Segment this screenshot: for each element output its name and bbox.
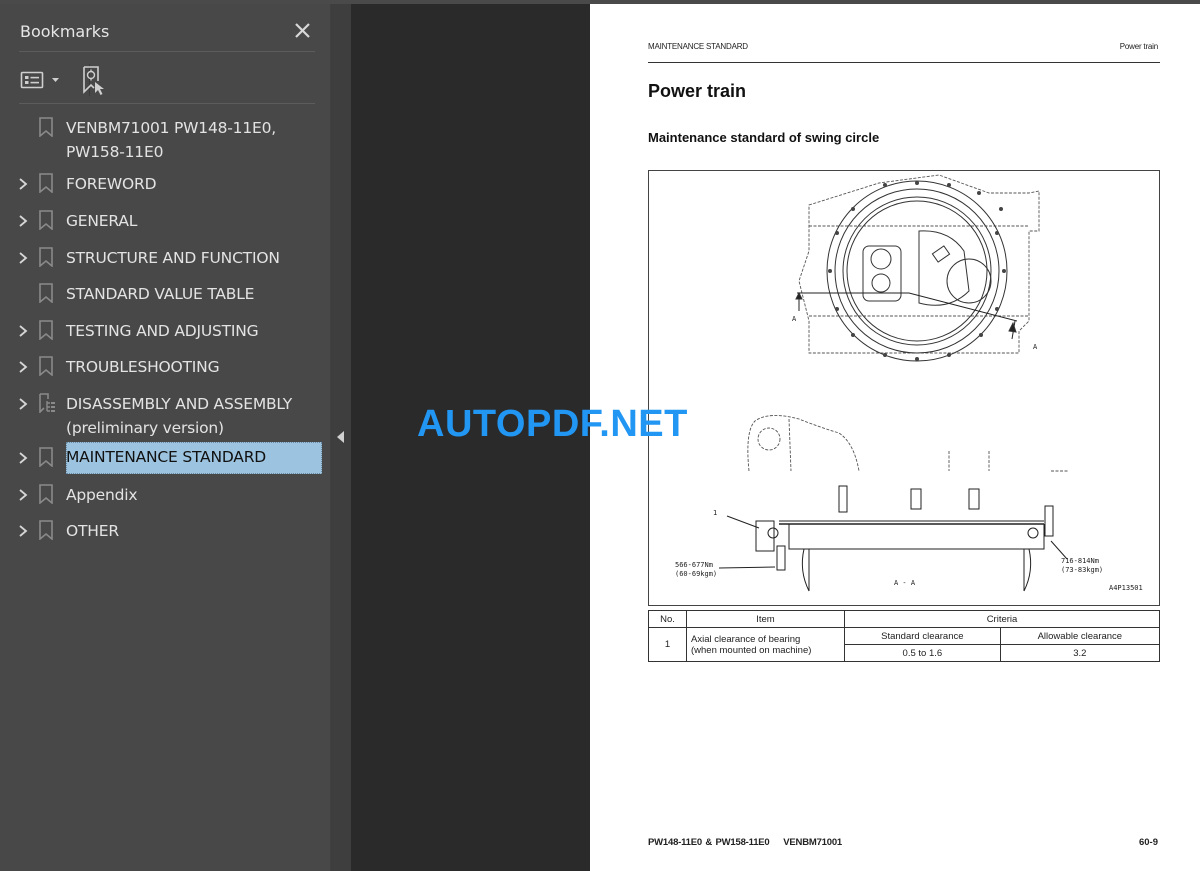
- chevron-right-icon[interactable]: [17, 397, 29, 411]
- bookmark-label: OTHER: [66, 522, 119, 540]
- subheader-standard: Standard clearance: [844, 627, 1001, 645]
- table-header-row: No. Item Criteria: [648, 610, 1160, 628]
- find-current-bookmark-button[interactable]: [81, 62, 111, 98]
- page-footer-model: PW148-11E0 & PW158-11E0 VENBM71001: [648, 837, 842, 848]
- toolbar-divider: [19, 103, 315, 104]
- bookmark-item-foreword[interactable]: FOREWORD: [0, 168, 330, 200]
- bookmark-label: MAINTENANCE STANDARD: [66, 448, 267, 466]
- bookmark-item-structure-and-function[interactable]: STRUCTURE AND FUNCTION: [0, 242, 330, 274]
- bookmarks-toolbar: [19, 62, 315, 98]
- bookmark-target-icon: [83, 66, 104, 95]
- pdf-page: MAINTENANCE STANDARD Power train Power t…: [590, 4, 1200, 871]
- cell-item-line1: Axial clearance of bearing: [691, 633, 801, 645]
- chevron-right-icon[interactable]: [17, 451, 29, 465]
- bookmark-icon: [39, 117, 53, 137]
- page-subtitle: Maintenance standard of swing circle: [648, 130, 880, 145]
- header-no: No.: [648, 610, 687, 628]
- bookmark-label: DISASSEMBLY AND ASSEMBLY: [66, 395, 293, 413]
- cell-item-line2: (when mounted on machine): [691, 644, 812, 656]
- cell-item: Axial clearance of bearing (when mounted…: [686, 627, 845, 662]
- subheader-allowable: Allowable clearance: [999, 627, 1161, 645]
- header-item: Item: [686, 610, 845, 628]
- bookmark-item-general[interactable]: GENERAL: [0, 205, 330, 237]
- list-options-icon: [20, 71, 59, 89]
- panel-title: Bookmarks: [20, 22, 110, 41]
- bookmark-item-maintenance-standard[interactable]: MAINTENANCE STANDARD: [0, 442, 330, 474]
- bookmark-item-other[interactable]: OTHER: [0, 515, 330, 547]
- bookmark-item-appendix[interactable]: Appendix: [0, 479, 330, 511]
- bookmark-label: GENERAL: [66, 212, 138, 230]
- bookmark-item-venbm71001[interactable]: VENBM71001 PW148-11E0, PW158-11E0: [0, 114, 330, 164]
- torque-left-nm: 566-677Nm: [675, 561, 713, 569]
- bookmark-icon: [39, 247, 53, 267]
- torque-right-kgm: (73-83kgm): [1061, 566, 1104, 574]
- bookmark-icon: [39, 520, 53, 540]
- swing-circle-drawing: 1 566-677Nm (60-69kgm) 716-814Nm (73-83k…: [648, 170, 1160, 606]
- chevron-right-icon[interactable]: [17, 214, 29, 228]
- page-header-topic: Power train: [1119, 42, 1158, 51]
- bookmark-label: STANDARD VALUE TABLE: [66, 285, 255, 303]
- callout-number: 1: [713, 509, 718, 517]
- table-row: 1 Axial clearance of bearing (when mount…: [648, 627, 1161, 662]
- bookmark-icon: [39, 210, 53, 230]
- document-tree-icon: [39, 393, 55, 413]
- bookmark-label-line2: (preliminary version): [66, 419, 224, 437]
- technical-drawing: [718, 174, 1069, 592]
- header-divider: [19, 51, 315, 52]
- torque-left-kgm: (60-69kgm): [675, 570, 718, 578]
- chevron-right-icon[interactable]: [17, 177, 29, 191]
- cell-no: 1: [648, 627, 687, 662]
- bookmark-label: STRUCTURE AND FUNCTION: [66, 249, 280, 267]
- bookmark-icon: [39, 447, 53, 467]
- page-title: Power train: [648, 81, 747, 101]
- bookmark-item-disassembly-and-assembly[interactable]: DISASSEMBLY AND ASSEMBLY (preliminary ve…: [0, 388, 330, 438]
- bookmark-item-standard-value-table[interactable]: STANDARD VALUE TABLE: [0, 278, 330, 310]
- figure-id: A4P13501: [1109, 584, 1143, 592]
- page-header-section: MAINTENANCE STANDARD: [648, 42, 748, 51]
- header-rule: [648, 62, 1160, 63]
- bookmark-label: TESTING AND ADJUSTING: [66, 322, 259, 340]
- panel-header: Bookmarks: [19, 18, 315, 48]
- bookmark-label-line2: PW158-11E0: [66, 143, 164, 161]
- section-marker-right: A: [1033, 343, 1038, 351]
- chevron-right-icon[interactable]: [17, 324, 29, 338]
- page-number: 60-9: [1138, 837, 1158, 848]
- options-menu-button[interactable]: [20, 62, 62, 98]
- bookmark-label: VENBM71001 PW148-11E0,: [66, 119, 276, 137]
- torque-right-nm: 716-814Nm: [1061, 557, 1099, 565]
- bookmark-item-testing-and-adjusting[interactable]: TESTING AND ADJUSTING: [0, 315, 330, 347]
- bookmark-label: FOREWORD: [66, 175, 157, 193]
- close-icon: [295, 23, 310, 38]
- bookmark-icon: [39, 356, 53, 376]
- cell-standard: 0.5 to 1.6: [844, 644, 1001, 662]
- bookmark-icon: [39, 283, 53, 303]
- section-marker-left: A: [792, 315, 797, 323]
- cell-allowable: 3.2: [999, 644, 1161, 662]
- bookmark-label: Appendix: [66, 486, 138, 504]
- maintenance-criteria-table: No. Item Criteria 1 Axial clearance of b…: [648, 610, 1161, 662]
- bookmark-icon: [39, 173, 53, 193]
- chevron-right-icon[interactable]: [17, 251, 29, 265]
- bookmarks-panel: Bookmarks VENBM71001 PW148-11E0, PW158-1…: [0, 4, 330, 871]
- close-panel-button[interactable]: [291, 18, 315, 44]
- chevron-right-icon[interactable]: [17, 360, 29, 374]
- bookmark-label: TROUBLESHOOTING: [66, 358, 220, 376]
- bookmark-icon: [39, 320, 53, 340]
- bookmark-icon: [39, 484, 53, 504]
- chevron-right-icon[interactable]: [17, 524, 29, 538]
- bookmark-item-troubleshooting[interactable]: TROUBLESHOOTING: [0, 351, 330, 383]
- collapse-panel-arrow-icon[interactable]: [337, 431, 344, 443]
- header-criteria: Criteria: [844, 610, 1160, 628]
- section-label: A - A: [894, 579, 916, 587]
- chevron-right-icon[interactable]: [17, 488, 29, 502]
